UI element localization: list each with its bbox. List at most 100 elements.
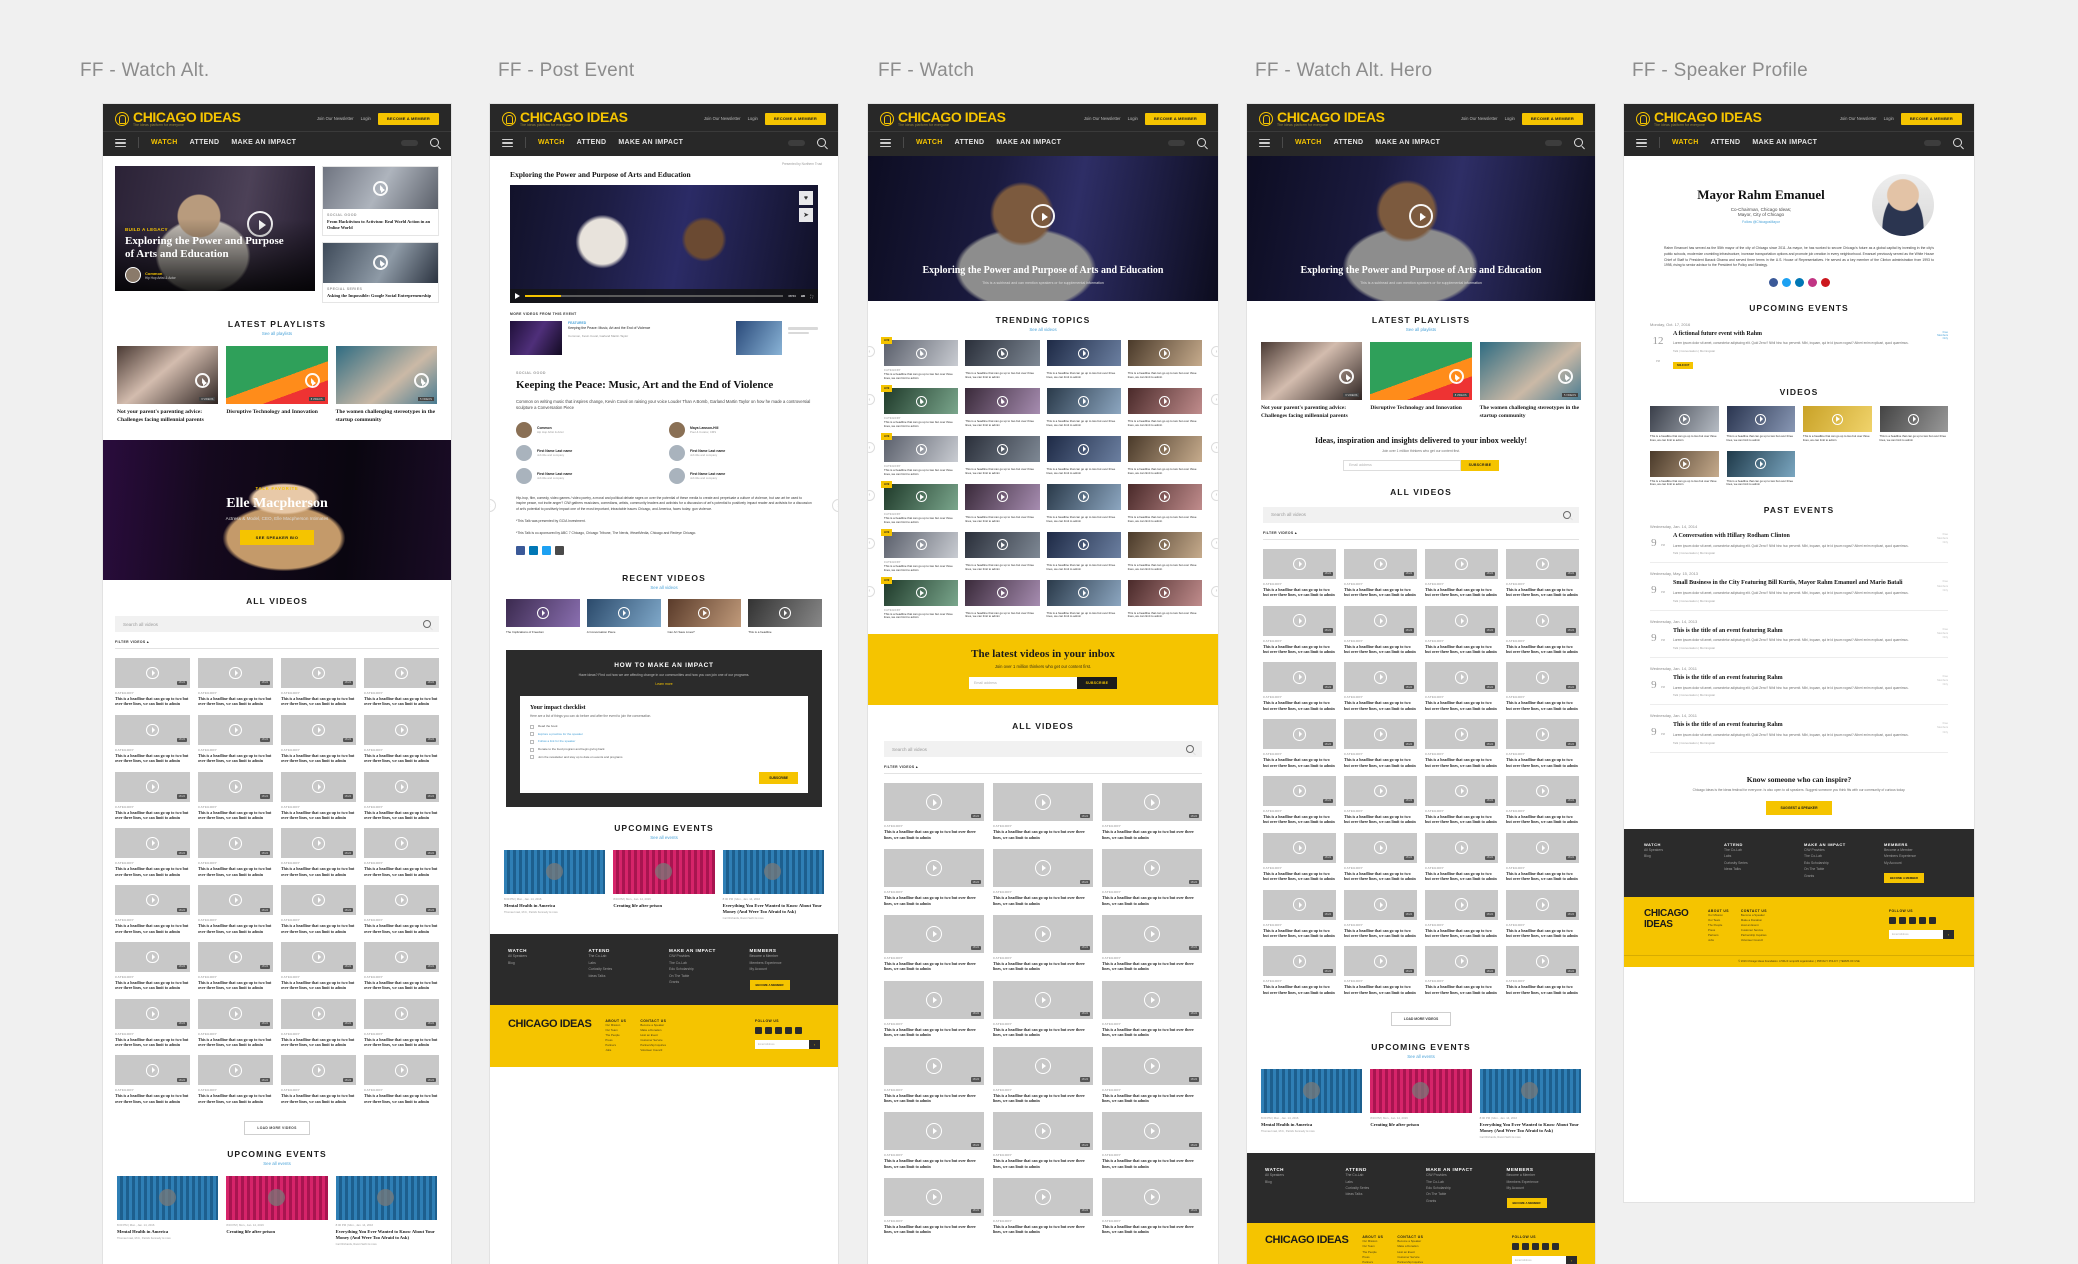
video-card[interactable]: 18:24 CATEGORY This is a headline that c… [281,885,356,934]
playlist-card[interactable]: 5 VIDEOS The women challenging stereotyp… [335,346,437,424]
become-member-button[interactable]: BECOME A MEMBER [1900,112,1962,125]
carousel-next-button[interactable]: › [1211,537,1218,549]
speaker-chip[interactable]: First Name Last name Job title and compa… [516,467,659,484]
carousel-prev-button[interactable]: ‹ [868,537,875,549]
nav-attend[interactable]: ATTEND [955,139,985,146]
play-icon[interactable] [1035,860,1051,877]
load-more-button[interactable]: LOAD MORE VIDEOS [1390,1012,1452,1027]
hero-video[interactable]: Exploring the Power and Purpose of Arts … [1247,156,1595,302]
footer-link[interactable]: My Account [1884,860,1954,866]
trending-card[interactable]: This is a headline that can go up to two… [965,436,1040,477]
video-card[interactable]: 18:24 CATEGORY This is a headline that c… [364,828,439,877]
trending-card[interactable]: LIVE CATEGORY This is a headline that ca… [881,576,959,621]
search-icon[interactable] [1563,510,1571,519]
play-icon[interactable] [312,666,325,680]
event-video-player[interactable]: ♥ ➤ 08:53 HD ⛶ [510,185,818,304]
fullscreen-icon[interactable]: ⛶ [810,294,813,299]
hamburger-icon[interactable] [502,136,513,149]
video-card[interactable]: 18:24 CATEGORY This is a headline that c… [198,998,273,1048]
video-card[interactable]: 18:24 CATEGORY This is a headline that c… [115,828,190,877]
play-icon[interactable] [395,893,408,907]
play-icon[interactable] [146,893,159,907]
nav-make-an-impact[interactable]: MAKE AN IMPACT [618,139,683,146]
checklist-item[interactable]: Read the book [530,724,798,729]
trending-row[interactable]: LIVE CATEGORY This is a headline that ca… [868,480,1218,525]
video-card[interactable]: 18:24 CATEGORY This is a headline that c… [993,783,1093,840]
profile-video-card[interactable]: This is a headline that can go up to two… [1803,406,1872,443]
play-icon[interactable] [229,1064,242,1077]
video-card[interactable]: 18:24 CATEGORY This is a headline that c… [993,980,1093,1038]
footer-link[interactable]: Grants [669,979,740,985]
recent-video-card[interactable]: The Implications of Freedom [506,598,580,634]
play-icon[interactable] [779,606,792,619]
nav-make-an-impact[interactable]: MAKE AN IMPACT [231,139,296,146]
video-card[interactable]: 18:24 CATEGORY This is a headline that c… [993,1112,1093,1169]
checkbox-icon[interactable] [530,732,534,737]
checkbox-icon[interactable] [530,747,534,752]
play-icon[interactable] [1374,671,1387,684]
profile-video-card[interactable]: This is a headline that can go up to two… [1726,406,1795,443]
newsletter-link[interactable]: Join Our Newsletter [704,116,741,121]
play-icon[interactable] [312,1064,325,1077]
play-icon[interactable] [1678,458,1690,470]
youtube-icon[interactable] [1552,1243,1559,1251]
login-link[interactable]: Login [1884,116,1894,121]
video-card[interactable]: 18:24 CATEGORY This is a headline that c… [1425,605,1498,655]
video-card[interactable]: 18:24 CATEGORY This is a headline that c… [281,771,356,821]
video-card[interactable]: 18:24 CATEGORY This is a headline that c… [198,658,273,707]
play-icon[interactable] [1144,1123,1160,1140]
play-icon[interactable] [1374,727,1387,741]
video-card[interactable]: 18:24 CATEGORY This is a headline that c… [281,828,356,877]
upcoming-event-row[interactable]: Monday, Oct. 17, 2016 12 PM A fictional … [1650,322,1948,371]
linkedin-icon[interactable] [1532,1243,1539,1251]
play-icon[interactable] [1455,671,1468,684]
linkedin-icon[interactable] [1794,277,1804,287]
play-icon[interactable] [1536,955,1549,968]
subscribe-button[interactable]: SUBSCRIBE [1461,459,1499,471]
twitter-icon[interactable] [1522,1243,1529,1251]
video-card[interactable]: 18:24 CATEGORY This is a headline that c… [281,1055,356,1104]
play-icon[interactable] [1144,991,1160,1008]
share-row[interactable] [516,545,812,555]
video-card[interactable]: 18:24 CATEGORY This is a headline that c… [281,998,356,1048]
video-card[interactable]: 18:24 CATEGORY This is a headline that c… [281,941,356,991]
play-icon[interactable] [1455,727,1468,741]
play-icon[interactable] [915,587,927,599]
past-event-row[interactable]: Wednesday, Jan. 14, 2011 9 PM This is th… [1650,666,1948,706]
play-icon[interactable] [312,893,325,907]
play-icon[interactable] [229,780,242,793]
video-card[interactable]: 18:24 CATEGORY This is a headline that c… [1344,662,1417,711]
search-icon[interactable] [1953,138,1962,148]
play-icon[interactable] [1159,347,1171,359]
sidebar-card-0[interactable]: SOCIAL GOOD From Hacktivism to Activism:… [322,166,439,236]
play-icon[interactable] [1339,369,1355,385]
event-card[interactable]: 8:00 PM | Mon., Jan. 14, 2016 Mental Hea… [117,1176,219,1246]
trending-card[interactable]: This is a headline that can go up to two… [965,388,1040,429]
footer-link[interactable]: Blog [1644,853,1714,859]
play-icon[interactable] [1159,395,1171,407]
event-card[interactable]: 8:00 PM | Mon., Jan. 14, 2016 Mental Hea… [504,850,606,920]
playlist-card[interactable]: 6 VIDEOS Not your parent's parenting adv… [117,346,219,424]
trending-row[interactable]: LIVE CATEGORY This is a headline that ca… [868,337,1218,381]
play-icon[interactable] [1144,1057,1160,1074]
video-card[interactable]: 18:24 CATEGORY This is a headline that c… [1425,889,1498,939]
twitter-icon[interactable] [1781,277,1791,287]
video-card[interactable]: 18:24 CATEGORY This is a headline that c… [1425,832,1498,882]
play-icon[interactable] [373,255,388,271]
play-icon[interactable] [1448,369,1464,385]
sidebar-card-1[interactable]: SPECIAL SERIES Asking the Impossible: Go… [322,241,439,304]
hamburger-icon[interactable] [880,136,891,149]
trending-row[interactable]: LIVE CATEGORY This is a headline that ca… [868,385,1218,429]
favorite-icon[interactable]: ♥ [799,191,813,206]
play-icon[interactable] [1144,1189,1160,1206]
nav-make-an-impact[interactable]: MAKE AN IMPACT [1752,139,1817,146]
carousel-prev-button[interactable]: ‹ [868,346,875,358]
video-card[interactable]: 18:24 CATEGORY This is a headline that c… [1102,849,1202,906]
play-icon[interactable] [1374,841,1387,855]
video-card[interactable]: 18:24 CATEGORY This is a headline that c… [884,980,984,1038]
youtube-icon[interactable] [795,1026,802,1034]
play-icon[interactable] [229,950,242,964]
video-card[interactable]: 18:24 CATEGORY This is a headline that c… [1344,605,1417,655]
mail-icon[interactable] [555,545,564,555]
instagram-icon[interactable] [1542,1243,1549,1251]
